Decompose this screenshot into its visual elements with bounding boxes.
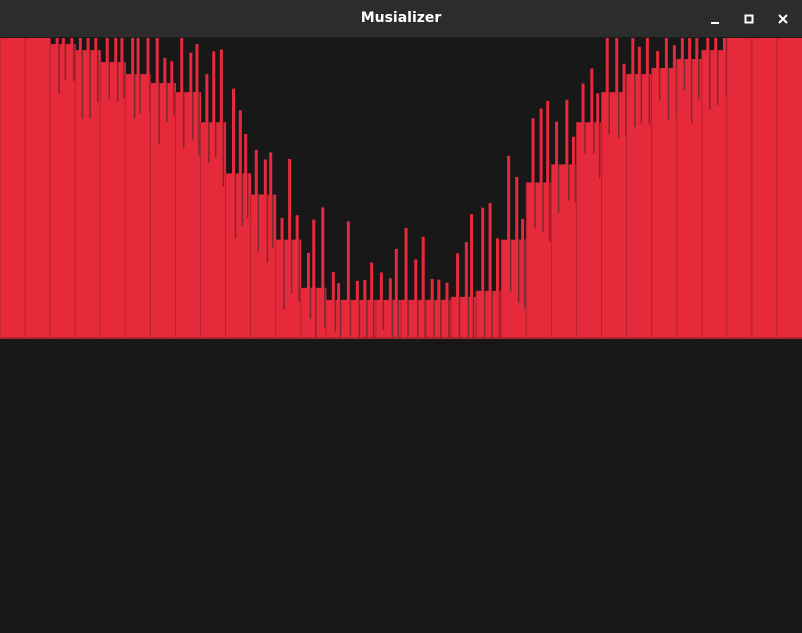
spectrum-bar bbox=[100, 62, 126, 339]
spectrum-bar bbox=[701, 50, 728, 339]
spectrum-bar bbox=[576, 122, 602, 339]
spectrum-bar bbox=[726, 38, 753, 339]
maximize-icon bbox=[744, 14, 754, 24]
spectrum-bar bbox=[626, 74, 653, 339]
spectrum-bar bbox=[676, 59, 703, 339]
spectrum-bar bbox=[75, 50, 101, 339]
spectrum-bar bbox=[601, 92, 628, 339]
close-icon bbox=[778, 14, 788, 24]
spectrum-bar bbox=[50, 44, 76, 339]
close-button[interactable] bbox=[772, 8, 794, 30]
spectrum-bar bbox=[551, 164, 577, 339]
minimize-icon bbox=[711, 22, 719, 24]
app-window: Musializer bbox=[0, 0, 802, 633]
spectrum-bar bbox=[776, 38, 802, 339]
spectrum-bar bbox=[751, 38, 778, 339]
visualizer-baseline bbox=[0, 337, 802, 339]
titlebar[interactable]: Musializer bbox=[0, 0, 802, 38]
spectrum-visualizer bbox=[0, 38, 802, 339]
spectrum-bar bbox=[175, 92, 201, 339]
spectrum-bar bbox=[651, 68, 678, 339]
spectrum-bar bbox=[25, 38, 51, 339]
window-title: Musializer bbox=[360, 10, 442, 26]
minimize-button[interactable] bbox=[704, 8, 726, 30]
spectrum-bar bbox=[501, 239, 527, 339]
visualizer-canvas bbox=[0, 38, 802, 633]
spectrum-bar bbox=[150, 83, 176, 339]
maximize-button[interactable] bbox=[738, 8, 760, 30]
spectrum-bar bbox=[0, 38, 26, 339]
